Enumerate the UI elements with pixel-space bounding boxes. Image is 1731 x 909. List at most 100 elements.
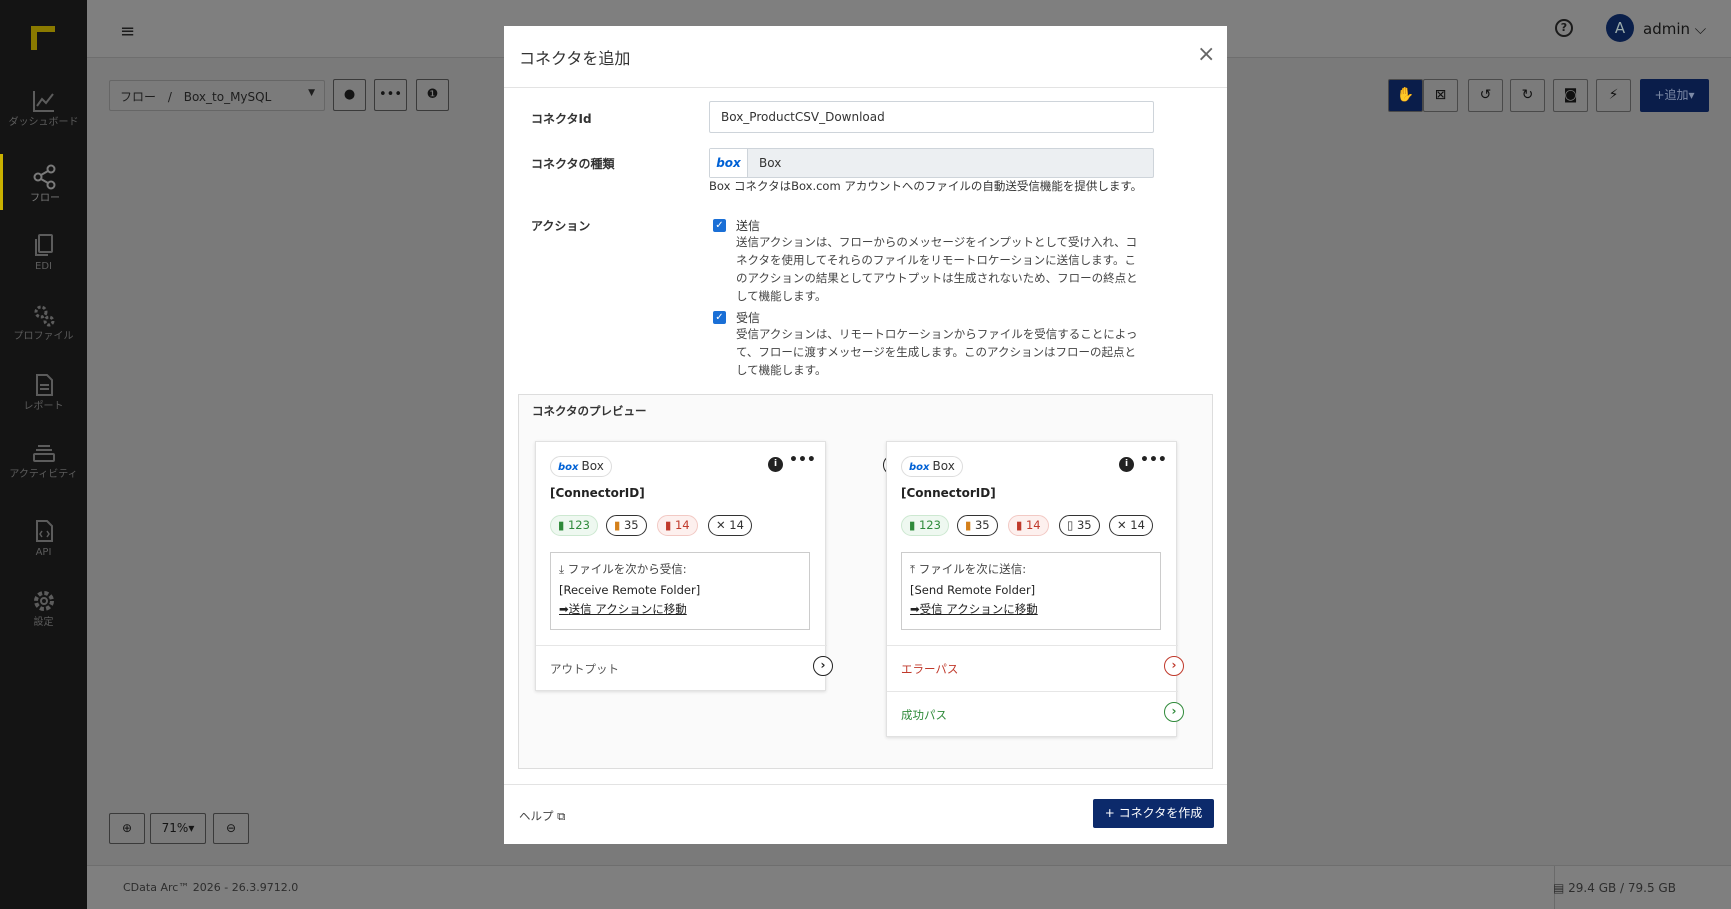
success-arrow-icon[interactable]: › (1164, 702, 1184, 722)
sidebar-item-edi[interactable]: EDI (0, 222, 87, 288)
zoom-level-select[interactable]: 71%▾ (150, 813, 206, 844)
goto-send-link[interactable]: ➡送信 アクションに移動 (559, 601, 801, 617)
dialog-footer: ヘルプ ⧉ + コネクタを作成 (504, 784, 1227, 844)
remote-folder: [Send Remote Folder] (910, 583, 1036, 597)
create-label: コネクタを作成 (1118, 806, 1203, 820)
pan-button[interactable]: ✋ (1388, 79, 1423, 112)
hamburger-menu-icon[interactable]: ≡ (120, 21, 135, 42)
ellipsis-icon[interactable]: ••• (1140, 452, 1167, 468)
info-icon[interactable]: i (1119, 457, 1134, 472)
badge-count: 35 (1076, 518, 1092, 532)
send-to-line: ⤒ ファイルを次に送信: (910, 561, 1152, 577)
connector-chip: box Box (901, 456, 963, 477)
user-icon: ● (343, 87, 356, 102)
download-icon: ⤓ (559, 562, 568, 576)
plus-icon: + (1654, 88, 1665, 102)
version-text: CData Arc™ 2026 - 26.3.9712.0 (123, 881, 299, 894)
redo-button[interactable]: ↻ (1510, 79, 1545, 112)
add-button[interactable]: +追加▾ (1640, 79, 1709, 112)
sidebar-item-profile[interactable]: プロファイル (0, 292, 87, 358)
file-icon: ▮ (965, 518, 975, 532)
info-icon[interactable]: i (768, 457, 783, 472)
flow-breadcrumb[interactable]: フロー / Box_to_MySQL ▼ (109, 80, 325, 111)
zoom-in-button[interactable]: ⊕ (109, 813, 145, 844)
sidebar-item-dashboard[interactable]: ダッシュボード (0, 78, 87, 144)
badge-count: 14 (1025, 518, 1041, 532)
external-link-icon: ⧉ (557, 809, 566, 823)
connector-type-description: Box コネクタはBox.com アカウントへのファイルの自動送受信機能を提供し… (709, 179, 1143, 193)
file-icon: ▮ (614, 518, 624, 532)
plus-icon: + (1104, 806, 1119, 820)
receive-checkbox-label: 受信 (736, 311, 761, 325)
file-icon: ▯ (1067, 518, 1077, 532)
error-arrow-icon[interactable]: › (1164, 656, 1184, 676)
pending-badge: ▮ 35 (606, 515, 647, 536)
close-icon[interactable]: × (1197, 42, 1215, 67)
zoom-level: 71% (161, 821, 189, 835)
snapshot-button[interactable]: ◙ (1553, 79, 1588, 112)
help-link[interactable]: ヘルプ ⧉ (519, 808, 565, 824)
receive-description: 受信アクションは、リモートロケーションからファイルを受信することによって、フロー… (736, 327, 1138, 377)
error-path: エラーパス (887, 645, 1178, 691)
stack-icon (32, 445, 55, 462)
processed-badge: ▮ 123 (901, 515, 949, 536)
receive-info-box: ⤓ ファイルを次から受信: [Receive Remote Folder] ➡送… (550, 552, 810, 630)
send-checkbox[interactable]: ✓ (713, 219, 726, 232)
share-nodes-icon (33, 164, 56, 190)
zoom-out-icon: ⊖ (225, 821, 237, 835)
sidebar-item-api[interactable]: API (0, 508, 87, 574)
sidebar-item-label: EDI (35, 261, 52, 272)
action-label: アクション (531, 219, 591, 233)
chip-label: Box (932, 459, 955, 473)
chip-label: Box (581, 459, 604, 473)
send-description: 送信アクションは、フローからのメッセージをインプットとして受け入れ、コネクタを使… (736, 235, 1138, 303)
sidebar-item-label: API (35, 547, 52, 558)
storage-text: 29.4 GB / 79.5 GB (1568, 881, 1676, 895)
receive-checkbox[interactable]: ✓ (713, 311, 726, 324)
connector-id-input[interactable]: Box_ProductCSV_Download (709, 101, 1154, 133)
sidebar-item-activity[interactable]: アクティビティ (0, 430, 87, 496)
error-path-label: エラーパス (901, 662, 959, 676)
queued-badge: ▯ 35 (1059, 515, 1100, 536)
sidebar-item-label: 設定 (33, 617, 54, 628)
breadcrumb-root: フロー (120, 90, 157, 104)
skipped-badge: ✕ 14 (1109, 515, 1153, 536)
goto-receive-label: 受信 アクションに移動 (919, 602, 1038, 616)
cdata-logo-icon[interactable] (29, 24, 57, 52)
caret-down-icon: ▾ (1688, 88, 1695, 102)
undo-icon: ↺ (1479, 87, 1492, 103)
goto-receive-link[interactable]: ➡受信 アクションに移動 (910, 601, 1152, 617)
output-arrow-icon[interactable]: › (813, 656, 833, 676)
sidebar-item-flow[interactable]: フロー (0, 154, 87, 210)
error-badge: ▮ 14 (1008, 515, 1049, 536)
zoom-out-button[interactable]: ⊖ (213, 813, 249, 844)
add-connector-dialog: コネクタを追加 × コネクタId Box_ProductCSV_Download… (504, 26, 1227, 844)
sidebar-item-label: レポート (23, 401, 64, 412)
undo-button[interactable]: ↺ (1468, 79, 1503, 112)
remote-folder: [Receive Remote Folder] (559, 583, 701, 597)
select-button[interactable]: ⊠ (1423, 79, 1458, 112)
user-menu[interactable]: admin ⌵ (1643, 20, 1706, 38)
connector-type-field[interactable]: box Box (709, 148, 1154, 178)
user-button[interactable]: ● (333, 79, 366, 111)
sidebar-item-label: ダッシュボード (8, 117, 79, 128)
badge-count: 14 (674, 518, 690, 532)
sidebar-item-report[interactable]: レポート (0, 362, 87, 428)
create-connector-button[interactable]: + コネクタを作成 (1093, 799, 1214, 828)
file-check-icon: ▮ (558, 518, 568, 532)
pending-badge: ▮ 35 (957, 515, 998, 536)
more-button[interactable]: ••• (374, 79, 407, 111)
sidebar-item-settings[interactable]: 設定 (0, 578, 87, 644)
badge-count: 14 (1130, 518, 1145, 532)
connector-id-text: [ConnectorID] (550, 486, 645, 500)
help-label: ヘルプ (519, 809, 554, 823)
box-logo-icon: box (710, 149, 748, 177)
auto-layout-button[interactable]: ⚡ (1596, 79, 1631, 112)
ellipsis-icon[interactable]: ••• (789, 452, 816, 468)
report-icon (35, 374, 53, 396)
info-button[interactable]: ❶ (416, 79, 449, 111)
goto-send-label: 送信 アクションに移動 (568, 602, 687, 616)
send-checkbox-label: 送信 (736, 219, 761, 233)
help-circle-icon[interactable]: ? (1555, 19, 1573, 37)
avatar[interactable]: A (1606, 14, 1634, 42)
